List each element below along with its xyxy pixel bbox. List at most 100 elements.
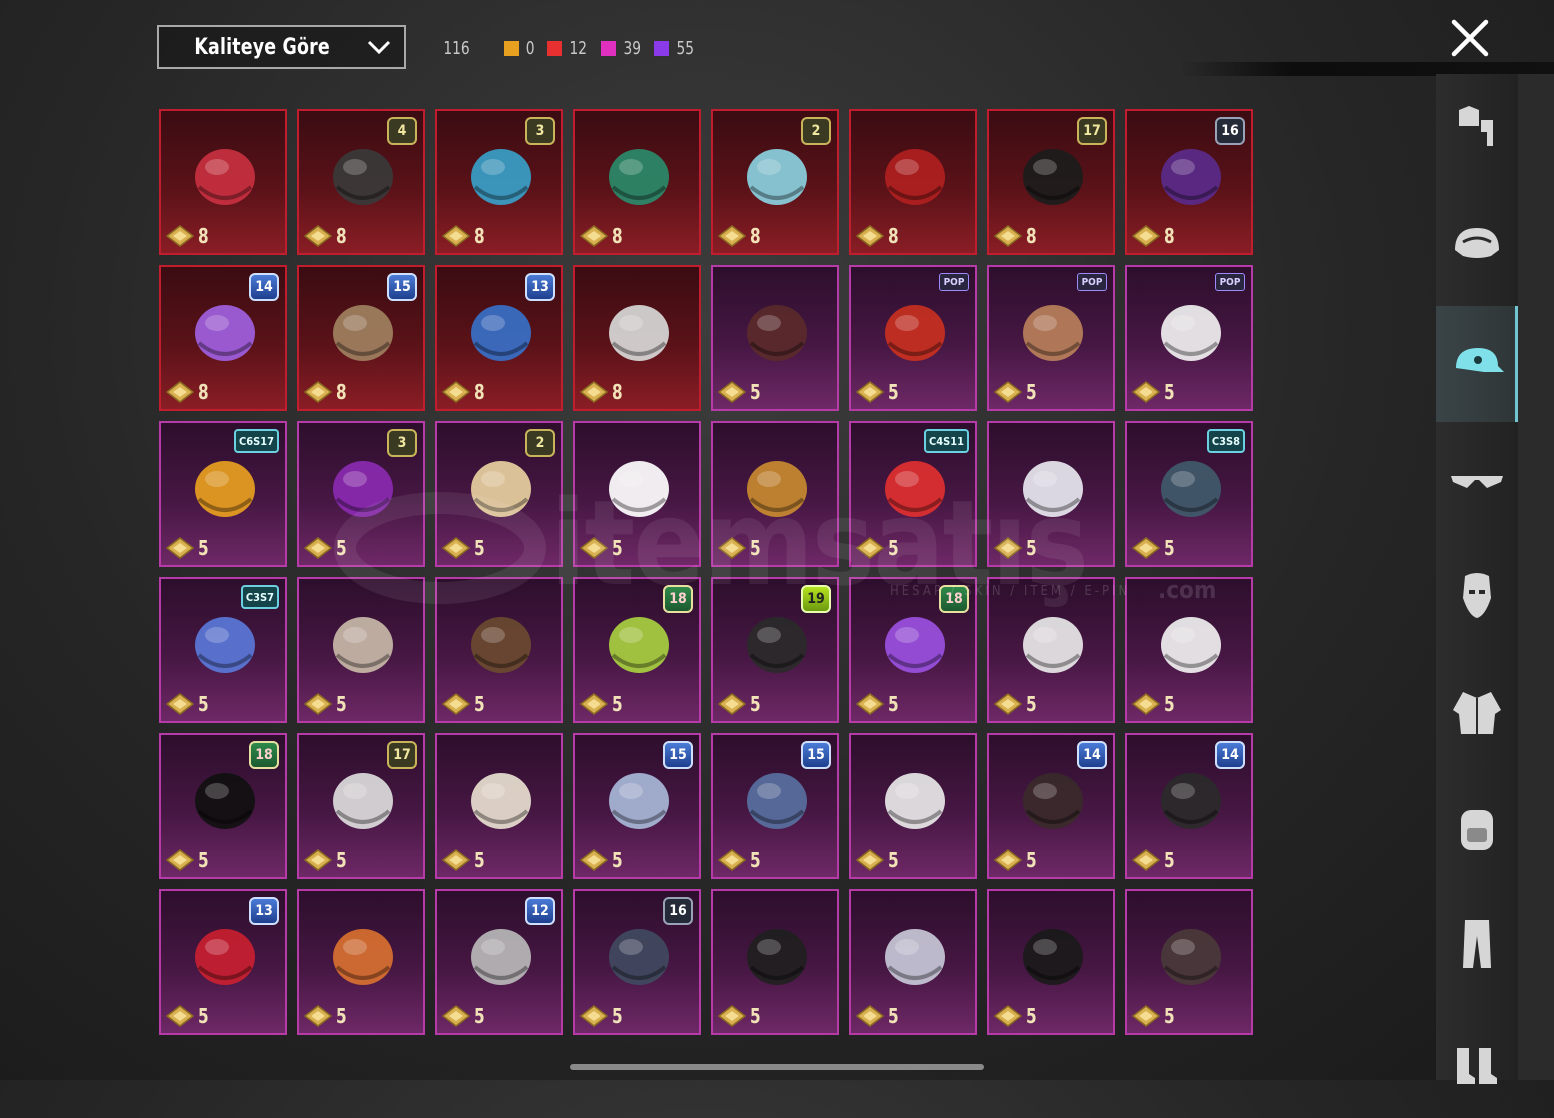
tier-badge: 16 xyxy=(663,897,693,925)
sidebar-item-mask[interactable] xyxy=(1436,538,1518,654)
sidebar-item-outfit[interactable] xyxy=(1436,74,1518,190)
item-tile[interactable]: 28 xyxy=(711,109,839,255)
item-score-value: 5 xyxy=(611,1004,623,1028)
item-tile[interactable]: 38 xyxy=(435,109,563,255)
item-score-value: 8 xyxy=(473,224,485,248)
sidebar-item-pants[interactable] xyxy=(1436,886,1518,1002)
item-tile[interactable]: 18 5 xyxy=(573,577,701,723)
item-tile[interactable]: 35 xyxy=(297,421,425,567)
item-tile[interactable]: 19 5 xyxy=(711,577,839,723)
eagle-mask-icon xyxy=(333,617,393,673)
item-tile[interactable]: C3S8 5 xyxy=(1125,421,1253,567)
item-tile[interactable]: 17 8 xyxy=(987,109,1115,255)
tier-badge: 15 xyxy=(801,741,831,769)
item-tile[interactable]: 5 xyxy=(435,577,563,723)
item-score-value: 5 xyxy=(749,536,761,560)
astronaut-helmet-icon xyxy=(609,305,669,361)
item-score-value: 5 xyxy=(335,536,347,560)
item-tile[interactable]: 8 xyxy=(159,109,287,255)
item-score: 5 xyxy=(303,848,348,872)
tier-badge: 18 xyxy=(663,585,693,613)
item-tile[interactable]: 18 5 xyxy=(159,733,287,879)
stat-magenta: 39 xyxy=(600,38,643,59)
item-score-value: 5 xyxy=(473,1004,485,1028)
item-tile[interactable]: POP 5 xyxy=(987,265,1115,411)
item-tile[interactable]: 16 8 xyxy=(1125,109,1253,255)
item-tile[interactable]: 12 5 xyxy=(435,889,563,1035)
item-tile[interactable]: 5 xyxy=(987,889,1115,1035)
item-score: 8 xyxy=(165,380,210,404)
item-tile[interactable]: 48 xyxy=(297,109,425,255)
item-score-value: 5 xyxy=(1025,1004,1037,1028)
item-tile[interactable]: 13 5 xyxy=(159,889,287,1035)
item-score-value: 8 xyxy=(1163,224,1175,248)
sidebar-item-glasses[interactable] xyxy=(1436,422,1518,538)
item-tile[interactable]: 13 8 xyxy=(435,265,563,411)
item-tile[interactable]: 16 5 xyxy=(573,889,701,1035)
item-tile[interactable]: 15 8 xyxy=(297,265,425,411)
sidebar-scrollbar[interactable] xyxy=(1518,74,1554,1080)
rank-coin-icon xyxy=(165,381,195,403)
item-tile[interactable]: C4S11 5 xyxy=(849,421,977,567)
sidebar-item-backpack[interactable] xyxy=(1436,770,1518,886)
item-tile[interactable]: POP 5 xyxy=(1125,265,1253,411)
tier-badge: C3S7 xyxy=(240,585,279,609)
moto-helmet-icon xyxy=(885,929,945,985)
item-score-value: 5 xyxy=(887,692,899,716)
item-tile[interactable]: 5 xyxy=(297,889,425,1035)
tier-badge: 3 xyxy=(525,117,555,145)
item-tile[interactable]: 8 xyxy=(573,109,701,255)
item-tile[interactable]: 17 5 xyxy=(297,733,425,879)
item-tile[interactable]: 5 xyxy=(573,421,701,567)
item-score: 5 xyxy=(441,692,486,716)
item-tile[interactable]: 5 xyxy=(711,421,839,567)
blue-feather-icon xyxy=(195,617,255,673)
tier-badge: POP xyxy=(939,273,969,291)
item-tile[interactable]: POP 5 xyxy=(849,265,977,411)
rank-coin-icon xyxy=(993,849,1023,871)
rank-coin-icon xyxy=(165,1005,195,1027)
item-score: 5 xyxy=(165,1004,210,1028)
item-tile[interactable]: 5 xyxy=(435,733,563,879)
item-tile[interactable]: C6S17 5 xyxy=(159,421,287,567)
item-score-value: 5 xyxy=(197,692,209,716)
item-score: 8 xyxy=(441,224,486,248)
close-icon[interactable] xyxy=(1450,18,1490,58)
item-tile[interactable]: 5 xyxy=(711,889,839,1035)
item-score: 5 xyxy=(717,380,762,404)
item-tile[interactable]: 15 5 xyxy=(711,733,839,879)
item-tile[interactable]: 5 xyxy=(849,733,977,879)
item-tile[interactable]: 14 8 xyxy=(159,265,287,411)
tier-badge: 16 xyxy=(1215,117,1245,145)
item-tile[interactable]: 18 5 xyxy=(849,577,977,723)
item-tile[interactable]: 5 xyxy=(1125,889,1253,1035)
sort-dropdown[interactable]: Kaliteye Göre xyxy=(157,25,406,69)
item-tile[interactable]: 8 xyxy=(573,265,701,411)
item-tile[interactable]: 5 xyxy=(849,889,977,1035)
item-tile[interactable]: 5 xyxy=(987,577,1115,723)
sidebar-item-boots[interactable] xyxy=(1436,1002,1518,1118)
item-score-value: 8 xyxy=(611,380,623,404)
item-tile[interactable]: 5 xyxy=(987,421,1115,567)
sidebar-item-jacket[interactable] xyxy=(1436,654,1518,770)
rank-coin-icon xyxy=(441,1005,471,1027)
item-tile[interactable]: 5 xyxy=(1125,577,1253,723)
rank-coin-icon xyxy=(441,537,471,559)
rank-coin-icon xyxy=(579,381,609,403)
item-tile[interactable]: 14 5 xyxy=(1125,733,1253,879)
item-tile[interactable]: 25 xyxy=(435,421,563,567)
rank-coin-icon xyxy=(579,225,609,247)
item-tile[interactable]: 15 5 xyxy=(573,733,701,879)
home-indicator[interactable] xyxy=(570,1064,984,1070)
item-score-value: 8 xyxy=(611,224,623,248)
item-score: 5 xyxy=(579,536,624,560)
item-tile[interactable]: 5 xyxy=(711,265,839,411)
item-score-value: 5 xyxy=(197,1004,209,1028)
item-tile[interactable]: 14 5 xyxy=(987,733,1115,879)
item-tile[interactable]: C3S7 5 xyxy=(159,577,287,723)
sidebar-item-helmet[interactable] xyxy=(1436,190,1518,306)
item-grid: 8 4 8 3 8 8 2 8 8 17 8 16 8 14 8 15 8 13 8 8 5 POP 5 POP 5 POP 5 C6… xyxy=(159,109,1253,1035)
sidebar-item-cap[interactable] xyxy=(1436,306,1518,422)
item-tile[interactable]: 5 xyxy=(297,577,425,723)
item-tile[interactable]: 8 xyxy=(849,109,977,255)
